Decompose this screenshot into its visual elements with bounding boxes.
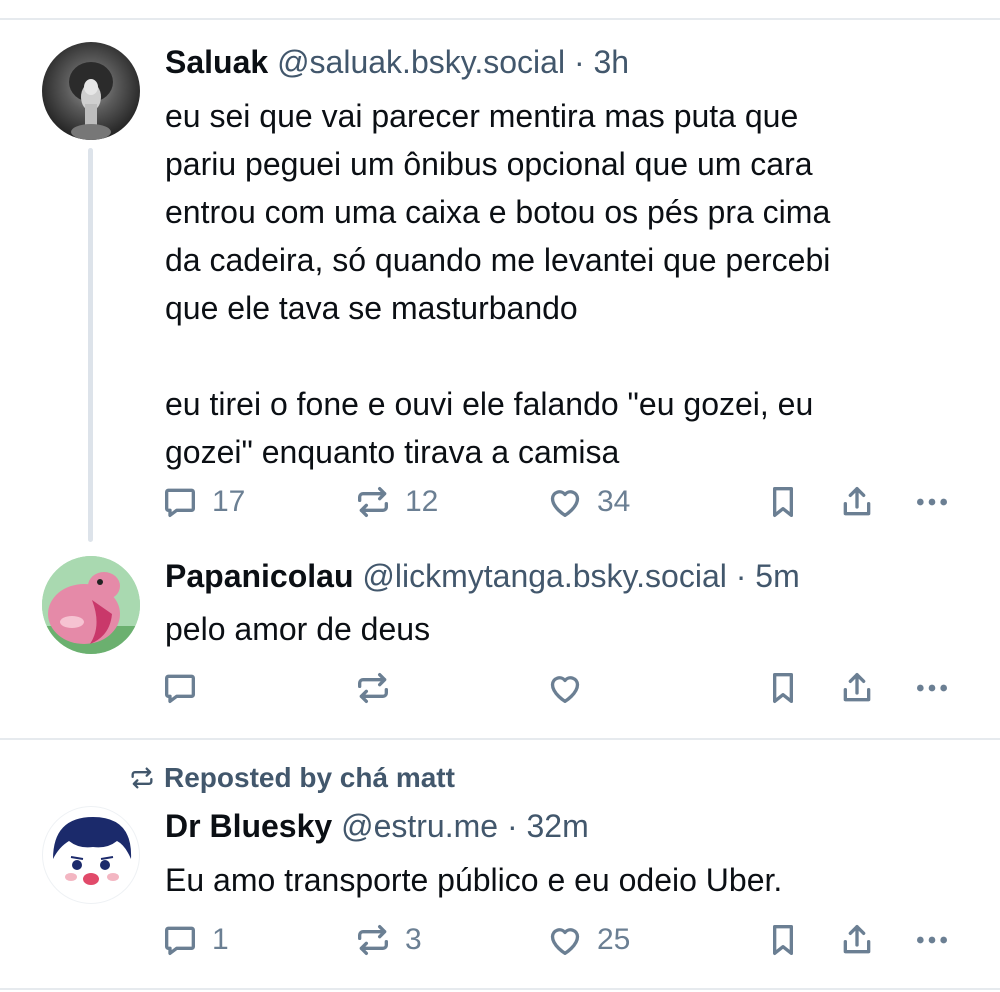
like-button[interactable]: 25	[545, 918, 630, 962]
reply-icon	[165, 674, 195, 703]
share-icon	[843, 673, 871, 702]
post-time[interactable]: 32m	[526, 808, 588, 844]
more-icon	[917, 936, 947, 944]
more-button[interactable]	[912, 666, 952, 710]
more-button[interactable]	[912, 480, 952, 524]
post-actions	[160, 666, 960, 710]
repost-count: 3	[405, 923, 422, 956]
reply-icon	[165, 926, 195, 955]
share-button[interactable]	[837, 666, 877, 710]
heart-icon	[550, 490, 580, 517]
more-icon	[917, 684, 947, 692]
post-text: pelo amor de deus	[165, 611, 431, 647]
separator-dot: ·	[735, 558, 747, 594]
repost-label: Reposted by chá matt	[164, 762, 455, 793]
post-header: Dr Bluesky @estru.me · 32m	[165, 806, 589, 846]
like-button[interactable]: 34	[545, 480, 630, 524]
share-icon	[843, 487, 871, 516]
repost-button[interactable]	[353, 666, 405, 710]
post-time[interactable]: 3h	[594, 44, 630, 80]
share-icon	[843, 925, 871, 954]
thread-line	[88, 148, 93, 542]
reply-button[interactable]	[160, 666, 212, 710]
author-handle[interactable]: @estru.me	[341, 808, 498, 844]
bookmark-icon	[773, 487, 793, 517]
author-handle[interactable]: @lickmytanga.bsky.social	[362, 558, 726, 594]
bottom-divider	[0, 988, 1000, 990]
like-count: 34	[597, 485, 631, 518]
author-name[interactable]: Papanicolau	[165, 558, 354, 594]
repost-count: 12	[405, 485, 439, 518]
reply-count: 17	[212, 485, 246, 518]
bookmark-icon	[773, 925, 793, 955]
reply-button[interactable]: 1	[160, 918, 229, 962]
bookmark-button[interactable]	[763, 666, 803, 710]
repost-icon	[358, 487, 388, 517]
post-papanicolau[interactable]: Papanicolau @lickmytanga.bsky.social · 5…	[0, 548, 1000, 738]
reply-count: 1	[212, 923, 229, 956]
author-handle[interactable]: @saluak.bsky.social	[277, 44, 565, 80]
reply-button[interactable]: 17	[160, 480, 245, 524]
repost-button[interactable]: 12	[353, 480, 438, 524]
heart-icon	[550, 676, 580, 703]
share-button[interactable]	[837, 918, 877, 962]
share-button[interactable]	[837, 480, 877, 524]
repost-icon	[358, 925, 388, 955]
post-actions: 1 3 25	[160, 918, 960, 962]
author-name[interactable]: Dr Bluesky	[165, 808, 332, 844]
post-time[interactable]: 5m	[755, 558, 799, 594]
post-header: Papanicolau @lickmytanga.bsky.social · 5…	[165, 556, 800, 596]
separator-dot: ·	[573, 44, 585, 80]
post-text: eu sei que vai parecer mentira mas puta …	[165, 98, 831, 470]
repost-indicator[interactable]: Reposted by chá matt	[128, 762, 455, 794]
bookmark-button[interactable]	[763, 918, 803, 962]
post-header: Saluak @saluak.bsky.social · 3h	[165, 42, 629, 82]
bookmark-button[interactable]	[763, 480, 803, 524]
post-text: Eu amo transporte público e eu odeio Ube…	[165, 862, 783, 898]
like-count: 25	[597, 923, 631, 956]
repost-icon	[131, 767, 153, 789]
separator-dot: ·	[506, 808, 518, 844]
post-saluak[interactable]: Saluak @saluak.bsky.social · 3h eu sei q…	[0, 0, 1000, 548]
avatar[interactable]	[42, 556, 140, 654]
more-icon	[917, 498, 947, 506]
like-button[interactable]	[545, 666, 597, 710]
heart-icon	[550, 928, 580, 955]
author-name[interactable]: Saluak	[165, 44, 268, 80]
post-actions: 17 12 34	[160, 480, 960, 524]
repost-icon	[358, 673, 388, 703]
avatar[interactable]	[42, 42, 140, 140]
reply-icon	[165, 488, 195, 517]
more-button[interactable]	[912, 918, 952, 962]
repost-button[interactable]: 3	[353, 918, 422, 962]
bookmark-icon	[773, 673, 793, 703]
avatar[interactable]	[42, 806, 140, 904]
post-dr-bluesky[interactable]: Reposted by chá matt Dr Bluesky @estru.m…	[0, 740, 1000, 992]
